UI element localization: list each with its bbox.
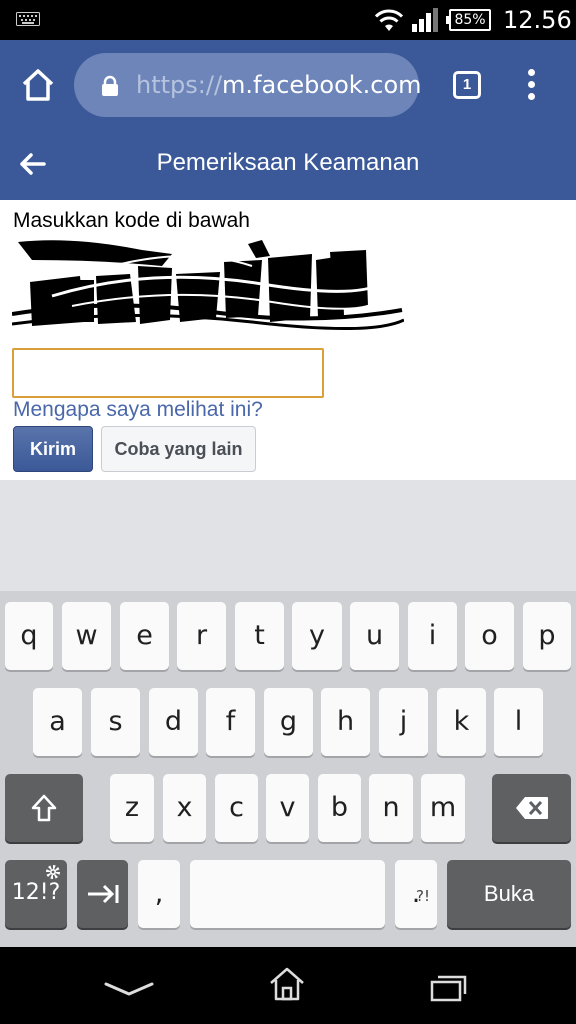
enter-key[interactable]: Buka: [447, 860, 571, 928]
url-host: m.facebook.com: [222, 71, 422, 99]
key-b[interactable]: b: [318, 774, 361, 842]
home-nav-icon[interactable]: [268, 966, 306, 1002]
back-chevron-icon[interactable]: [104, 981, 154, 997]
key-label: g: [279, 706, 298, 737]
key-w[interactable]: w: [62, 602, 111, 670]
page-title: Pemeriksaan Keamanan: [156, 149, 420, 176]
enter-key-label: Buka: [483, 881, 535, 906]
key-label: z: [124, 792, 140, 823]
key-l[interactable]: l: [494, 688, 543, 756]
key-e[interactable]: e: [120, 602, 169, 670]
key-s[interactable]: s: [91, 688, 140, 756]
key-p[interactable]: p: [523, 602, 571, 670]
submit-button[interactable]: Kirim: [13, 426, 93, 472]
key-r[interactable]: r: [177, 602, 226, 670]
key-label: f: [225, 706, 236, 737]
key-label: c: [229, 792, 244, 823]
key-label: y: [309, 620, 325, 651]
key-x[interactable]: x: [163, 774, 206, 842]
wifi-icon: [374, 9, 404, 31]
period-key[interactable]: ?! .: [395, 860, 437, 928]
recent-apps-icon[interactable]: [430, 974, 468, 1002]
key-label: a: [49, 706, 66, 737]
captcha-code-input[interactable]: [12, 348, 324, 398]
shift-icon: [31, 794, 57, 822]
shift-key[interactable]: [5, 774, 83, 842]
home-icon[interactable]: [20, 67, 56, 103]
url-text: https://m.facebook.com: [136, 71, 422, 99]
security-check-panel: Masukkan kode di bawah Mengapa saya meli…: [0, 200, 576, 480]
key-label: r: [195, 620, 208, 651]
tab-switcher-button[interactable]: 1: [453, 71, 481, 99]
key-label: p: [538, 620, 556, 651]
key-label: u: [365, 620, 384, 651]
key-z[interactable]: z: [110, 774, 154, 842]
gear-icon: [46, 865, 60, 879]
key-label: s: [108, 706, 123, 737]
why-seeing-this-link[interactable]: Mengapa saya melihat ini?: [13, 398, 263, 422]
key-n[interactable]: n: [369, 774, 413, 842]
key-label: t: [254, 620, 265, 651]
symbols-key[interactable]: 12!?: [5, 860, 67, 928]
key-k[interactable]: k: [437, 688, 486, 756]
key-t[interactable]: t: [235, 602, 284, 670]
symbols-key-label: 12!?: [11, 880, 61, 905]
key-label: j: [399, 706, 408, 737]
captcha-instruction: Masukkan kode di bawah: [13, 209, 250, 232]
key-label: b: [330, 792, 349, 823]
comma-key[interactable]: ,: [138, 860, 180, 928]
keyboard-notification-icon: [16, 12, 40, 26]
clock: 12.56: [503, 6, 572, 34]
tab-arrow-icon: [87, 884, 118, 904]
lock-icon: [102, 75, 118, 96]
key-label: ,: [154, 878, 164, 909]
url-scheme: https://: [136, 71, 223, 99]
key-label: k: [453, 706, 470, 737]
tab-key[interactable]: [77, 860, 128, 928]
key-v[interactable]: v: [266, 774, 309, 842]
key-o[interactable]: o: [465, 602, 514, 670]
key-u[interactable]: u: [350, 602, 399, 670]
key-y[interactable]: y: [292, 602, 342, 670]
key-label: o: [481, 620, 498, 651]
key-a[interactable]: a: [33, 688, 82, 756]
key-label: h: [336, 706, 355, 737]
key-label: q: [20, 620, 38, 651]
key-label: v: [279, 792, 296, 823]
key-label: e: [136, 620, 153, 651]
key-alt-label: ?!: [416, 887, 430, 905]
overflow-menu-icon[interactable]: [520, 69, 542, 103]
key-j[interactable]: j: [379, 688, 428, 756]
status-bar: 85% 12.56: [0, 0, 576, 40]
backspace-icon: [515, 797, 548, 819]
battery-indicator: 85%: [446, 9, 491, 31]
key-label: n: [382, 792, 400, 823]
key-label: m: [429, 792, 457, 823]
on-screen-keyboard: q w e r t y u i o p a s d f g h j k l z …: [0, 591, 576, 947]
key-g[interactable]: g: [264, 688, 313, 756]
page-header: Pemeriksaan Keamanan: [0, 130, 576, 200]
captcha-image: [12, 240, 404, 331]
key-label: i: [428, 620, 437, 651]
key-f[interactable]: f: [206, 688, 255, 756]
backspace-key[interactable]: [492, 774, 571, 842]
key-label: d: [164, 706, 183, 737]
signal-icon: [412, 8, 438, 32]
key-i[interactable]: i: [408, 602, 457, 670]
try-another-button[interactable]: Coba yang lain: [101, 426, 256, 472]
address-bar[interactable]: https://m.facebook.com: [74, 53, 422, 117]
key-label: x: [176, 792, 193, 823]
key-d[interactable]: d: [149, 688, 198, 756]
key-h[interactable]: h: [321, 688, 370, 756]
system-navigation-bar: [0, 947, 576, 1024]
key-label: l: [514, 706, 523, 737]
browser-toolbar: https://m.facebook.com 1: [0, 40, 576, 130]
space-key[interactable]: [190, 860, 385, 928]
key-label: w: [75, 620, 98, 651]
key-m[interactable]: m: [421, 774, 465, 842]
key-q[interactable]: q: [5, 602, 53, 670]
key-c[interactable]: c: [215, 774, 258, 842]
